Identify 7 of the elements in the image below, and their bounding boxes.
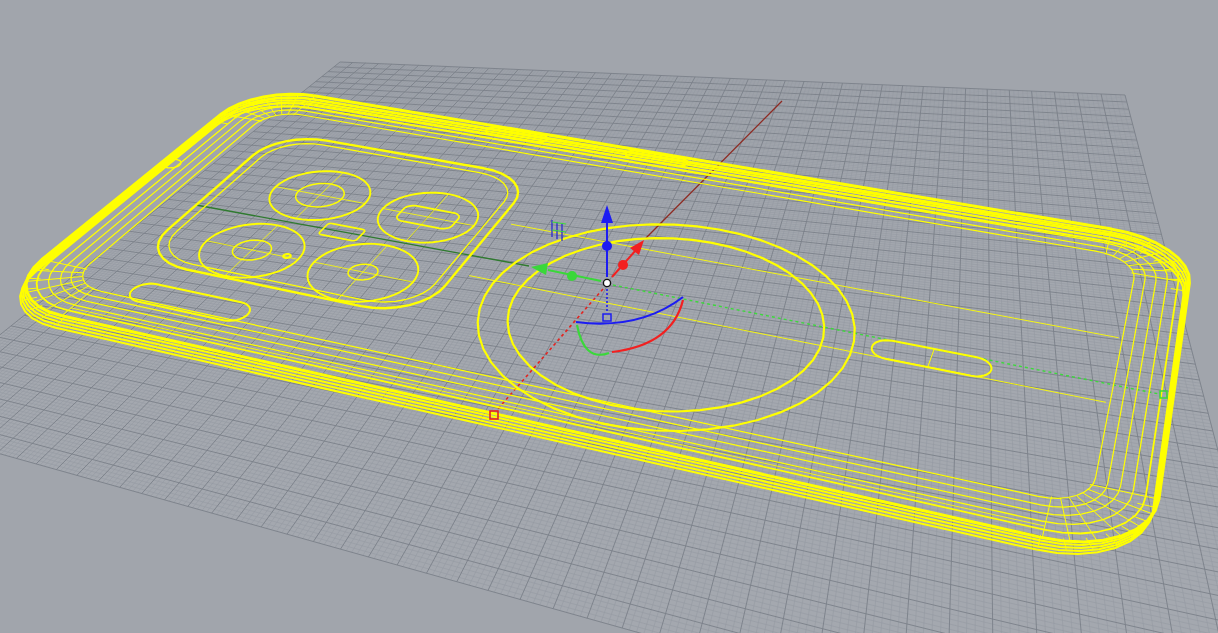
plane-handle[interactable] [551, 219, 567, 242]
rotate-x-arc[interactable] [611, 299, 685, 354]
center-point-handle[interactable] [602, 278, 612, 288]
move-x-arrow[interactable] [611, 240, 644, 278]
move-z-arrow[interactable] [601, 205, 613, 278]
square-handle[interactable] [602, 288, 612, 322]
rotate-z-arc[interactable] [575, 296, 684, 325]
